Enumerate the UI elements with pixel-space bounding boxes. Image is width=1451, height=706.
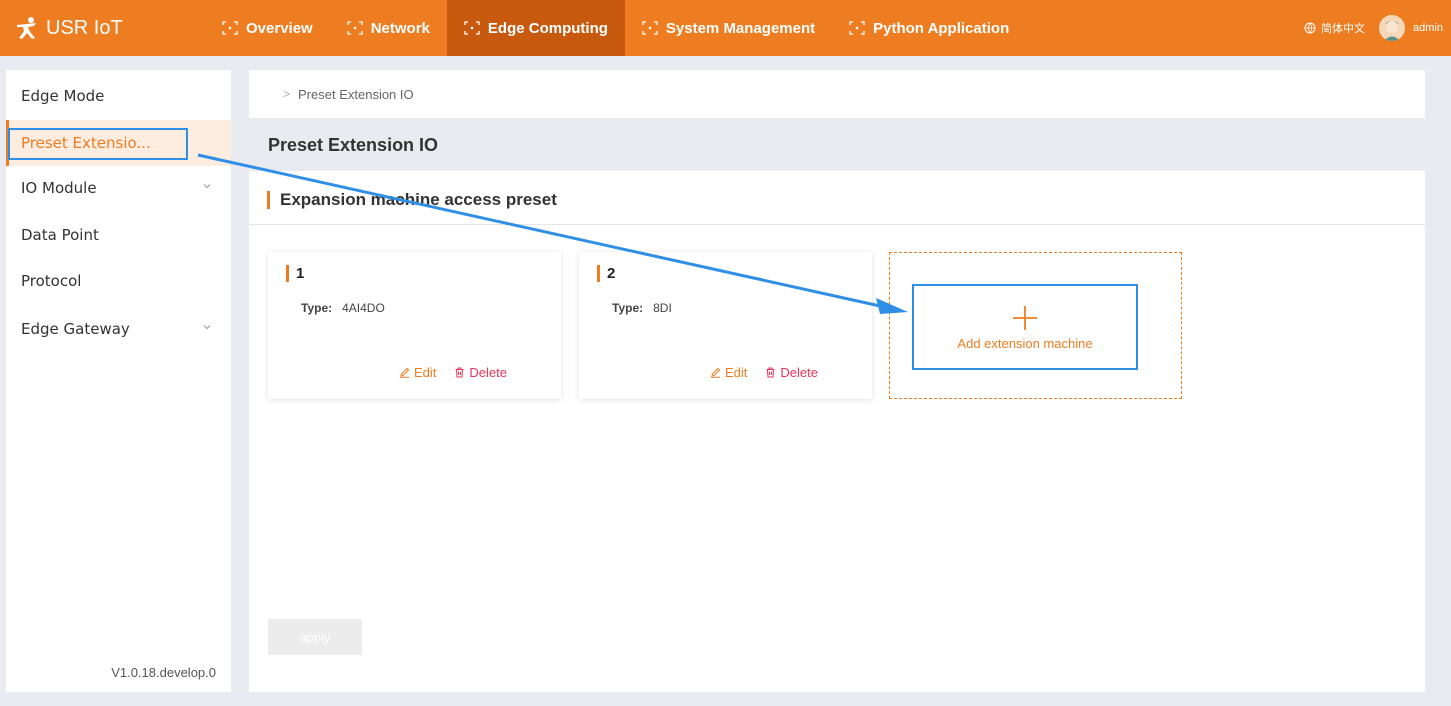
sidebar-item-io-module[interactable]: IO Module — [6, 165, 231, 211]
scan-icon — [849, 21, 865, 35]
delete-label: Delete — [780, 365, 818, 380]
annotation-highlight-box — [8, 128, 188, 160]
top-bar: USR IoT Overview Network Edge Computing … — [0, 0, 1451, 56]
logo-icon — [17, 17, 36, 39]
add-extension-label: Add extension machine — [957, 335, 1093, 351]
add-extension-button[interactable]: Add extension machine — [912, 284, 1138, 370]
breadcrumb-separator: > — [283, 87, 291, 101]
username[interactable]: admin — [1413, 22, 1443, 34]
sidebar: Edge Mode Preset Extensio... IO Module D… — [6, 70, 231, 692]
language-label: 简体中文 — [1321, 23, 1366, 35]
sidebar-item-edge-mode[interactable]: Edge Mode — [6, 73, 231, 119]
nav-python-application-label: Python Application — [873, 19, 1010, 37]
brand-name: USR IoT — [46, 16, 123, 39]
avatar[interactable] — [1379, 15, 1406, 41]
sidebar-item-label: Data Point — [21, 226, 99, 244]
delete-label: Delete — [469, 365, 507, 380]
breadcrumb: > Preset Extension IO — [249, 70, 1425, 118]
edit-label: Edit — [414, 365, 437, 380]
type-label: Type: — [612, 301, 644, 315]
sidebar-item-edge-gateway[interactable]: Edge Gateway — [6, 306, 231, 352]
card-type: Type: 8DI — [612, 301, 672, 315]
nav-system-management[interactable]: System Management — [625, 0, 832, 56]
trash-icon — [455, 367, 464, 378]
sidebar-item-protocol[interactable]: Protocol — [6, 258, 231, 304]
delete-button[interactable]: Delete — [765, 365, 818, 380]
type-value: 4AI4DO — [342, 301, 385, 315]
breadcrumb-current[interactable]: Preset Extension IO — [298, 87, 414, 102]
edit-button[interactable]: Edit — [399, 365, 436, 380]
extension-card: 1 Type: 4AI4DO Edit Delete — [268, 252, 561, 399]
main-panel: Expansion machine access preset 1 Type: 4… — [249, 171, 1425, 692]
add-extension-card: Add extension machine — [889, 252, 1182, 399]
trash-icon — [766, 367, 775, 378]
scan-icon — [347, 21, 363, 35]
sidebar-item-label: Protocol — [21, 272, 82, 290]
version-label: V1.0.18.develop.0 — [111, 665, 216, 680]
nav-overview[interactable]: Overview — [205, 0, 330, 56]
nav-system-management-label: System Management — [665, 19, 816, 37]
scan-icon — [464, 21, 480, 35]
globe-icon — [1304, 22, 1316, 34]
nav-overview-label: Overview — [246, 19, 313, 37]
scan-icon — [642, 21, 658, 35]
extension-card: 2 Type: 8DI Edit Delete — [579, 252, 872, 399]
apply-button[interactable]: apply — [268, 619, 362, 655]
chevron-down-icon — [203, 184, 211, 189]
delete-button[interactable]: Delete — [454, 365, 507, 380]
nav-network-label: Network — [370, 19, 430, 37]
sidebar-item-label: Edge Gateway — [21, 320, 130, 338]
divider — [249, 224, 1425, 225]
edit-label: Edit — [725, 365, 748, 380]
plus-icon — [1013, 305, 1037, 330]
main-nav: Overview Network Edge Computing System M… — [205, 0, 1026, 56]
nav-edge-computing[interactable]: Edge Computing — [446, 0, 625, 56]
sidebar-item-data-point[interactable]: Data Point — [6, 212, 231, 258]
edit-button[interactable]: Edit — [710, 365, 747, 380]
card-actions: Edit Delete — [399, 365, 525, 380]
card-type: Type: 4AI4DO — [301, 301, 385, 315]
type-value: 8DI — [653, 301, 672, 315]
card-number: 1 — [286, 265, 304, 282]
user-avatar-icon — [1379, 15, 1406, 41]
card-number: 2 — [597, 265, 615, 282]
nav-network[interactable]: Network — [330, 0, 447, 56]
type-label: Type: — [301, 301, 333, 315]
section-title: Expansion machine access preset — [267, 191, 557, 209]
card-actions: Edit Delete — [710, 365, 836, 380]
sidebar-item-label: IO Module — [21, 179, 97, 197]
language-switcher[interactable]: 简体中文 — [1304, 20, 1365, 36]
nav-python-application[interactable]: Python Application — [832, 0, 1026, 56]
page-title: Preset Extension IO — [268, 135, 439, 155]
sidebar-item-label: Edge Mode — [21, 87, 105, 105]
top-right-area: 简体中文 admin — [1304, 0, 1451, 56]
brand-logo[interactable]: USR IoT — [0, 15, 205, 41]
scan-icon — [222, 21, 238, 35]
nav-edge-computing-label: Edge Computing — [487, 19, 608, 37]
pencil-icon — [400, 367, 410, 378]
pencil-icon — [711, 367, 721, 378]
chevron-down-icon — [203, 325, 211, 330]
